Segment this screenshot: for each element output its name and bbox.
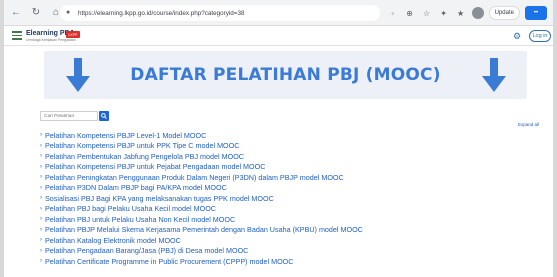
settings-icon[interactable]: ⚙: [513, 31, 523, 41]
site-info-icon[interactable]: ●: [66, 9, 74, 17]
search-input[interactable]: [40, 111, 98, 121]
course-item: › Pelatihan Katalog Elektronik model MOOC: [40, 235, 540, 246]
course-link[interactable]: Pelatihan Katalog Elektronik model MOOC: [45, 236, 181, 245]
course-link[interactable]: Sosialisasi PBJ Bagi KPA yang melaksanak…: [45, 194, 274, 203]
expand-all-link[interactable]: Expand all: [518, 122, 539, 127]
banner-title: DAFTAR PELATIHAN PBJ (MOOC): [130, 65, 441, 85]
course-item: › Pelatihan PBJ untuk Pelaku Usaha Non Ke…: [40, 214, 540, 225]
course-link[interactable]: Pelatihan Kompetensi PBJP untuk Pejabat …: [45, 162, 265, 171]
site-brand-subtitle: Lembaga Kebijakan Pengadaan: [26, 38, 76, 42]
main-content: DAFTAR PELATIHAN PBJ (MOOC) Expand all ›…: [4, 46, 553, 277]
course-item: › Pelatihan Kompetensi PBJP untuk PPK Tip…: [40, 141, 540, 152]
course-item: › Pelatihan P3DN Dalam PBJP bagi PA/KPA m…: [40, 183, 540, 194]
course-item: › Sosialisasi PBJ Bagi KPA yang melaksana…: [40, 193, 540, 204]
arrow-down-right-icon: [482, 58, 506, 92]
translate-icon[interactable]: ◦: [387, 7, 399, 19]
profile-avatar[interactable]: [471, 7, 484, 19]
course-item: › Pelatihan PBJP Melalui Skema Kerjasama …: [40, 225, 540, 236]
zoom-icon[interactable]: ⊕: [404, 7, 416, 19]
course-link[interactable]: Pelatihan PBJP Melalui Skema Kerjasama P…: [45, 225, 363, 234]
address-bar[interactable]: ● https://elearning.lkpp.go.id/course/in…: [60, 5, 380, 21]
login-button[interactable]: Log in: [529, 30, 551, 42]
course-item: › Pelatihan Kompetensi PBJP Level-1 Model…: [40, 130, 540, 141]
course-link[interactable]: Pelatihan Kompetensi PBJP untuk PPK Tipe…: [45, 141, 239, 150]
favorites-icon[interactable]: ★: [455, 7, 467, 19]
extension-badge[interactable]: ••: [525, 6, 547, 20]
course-item: › Pelatihan PBJ bagi Pelaku Usaha Kecil m…: [40, 204, 540, 215]
course-item: › Pelatihan Certificate Programme in Publ…: [40, 256, 540, 267]
update-label: Update: [494, 10, 514, 16]
reload-icon[interactable]: ↻: [28, 5, 44, 21]
course-link[interactable]: Pelatihan PBJ untuk Pelaku Usaha Non Kec…: [45, 215, 235, 224]
search-button[interactable]: [99, 111, 109, 121]
brand-badge: LKPP: [66, 31, 80, 38]
update-button[interactable]: Update: [488, 6, 520, 20]
url-text[interactable]: https://elearning.lkpp.go.id/course/inde…: [78, 10, 244, 17]
course-link[interactable]: Pelatihan Peningkatan Penggunaan Produk …: [45, 173, 344, 182]
course-item: › Pelatihan Kompetensi PBJP untuk Pejabat…: [40, 162, 540, 173]
extensions-icon[interactable]: ✦: [438, 7, 450, 19]
course-item: › Pelatihan Pengadaan Barang/Jasa (PBJ) d…: [40, 246, 540, 257]
course-item: › Pelatihan Pembentukan Jabfung Pengelola…: [40, 151, 540, 162]
course-link[interactable]: Pelatihan Pembentukan Jabfung Pengelola …: [45, 152, 244, 161]
logo-icon[interactable]: [12, 31, 22, 41]
back-icon[interactable]: ←: [8, 5, 24, 21]
course-link[interactable]: Pelatihan Pengadaan Barang/Jasa (PBJ) di…: [45, 246, 248, 255]
search-icon: [101, 113, 107, 119]
browser-actions: ◦ ⊕ ☆ ✦ ★ Update ••: [387, 4, 547, 22]
course-link[interactable]: Pelatihan Certificate Programme in Publi…: [45, 257, 293, 266]
bookmark-star-icon[interactable]: ☆: [421, 7, 433, 19]
browser-toolbar: ← ↻ ⌂ ● https://elearning.lkpp.go.id/cou…: [4, 0, 553, 26]
banner: DAFTAR PELATIHAN PBJ (MOOC): [44, 51, 527, 99]
course-item: › Pelatihan Peningkatan Penggunaan Produk…: [40, 172, 540, 183]
course-link[interactable]: Pelatihan Kompetensi PBJP Level-1 Model …: [45, 131, 206, 140]
course-link[interactable]: Pelatihan PBJ bagi Pelaku Usaha Kecil mo…: [45, 204, 216, 213]
course-list: › Pelatihan Kompetensi PBJP Level-1 Model…: [40, 130, 540, 267]
site-header: Elearning PBJ Lembaga Kebijakan Pengadaa…: [4, 26, 553, 46]
course-link[interactable]: Pelatihan P3DN Dalam PBJP bagi PA/KPA mo…: [45, 183, 227, 192]
